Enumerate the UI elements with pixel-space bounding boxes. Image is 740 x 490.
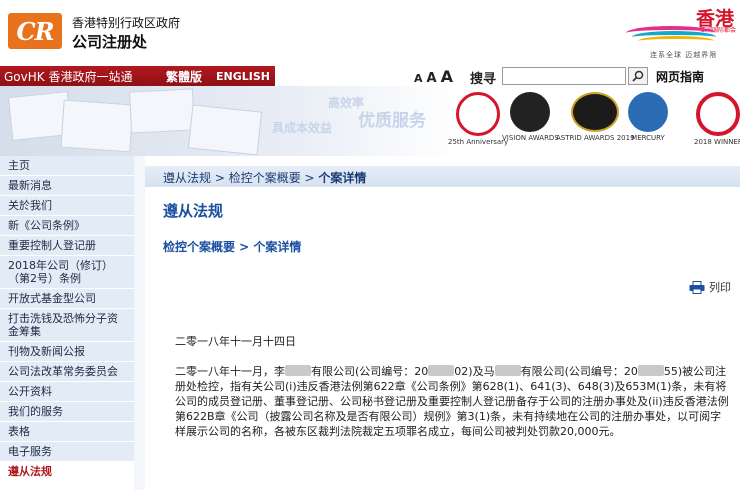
case-text: 02)及马	[454, 365, 495, 378]
logo-text: CR	[16, 16, 54, 46]
nav-item-about-us[interactable]: 关於我们	[0, 196, 134, 216]
search-input[interactable]	[502, 67, 626, 85]
breadcrumb: 遵从法规 > 检控个案概要 > 个案详情	[145, 166, 740, 187]
companies-registry-logo[interactable]: CR	[8, 13, 62, 49]
breadcrumb-separator: >	[300, 171, 319, 185]
site-header: CR 香港特别行政区政府 公司注册处 香港 亚洲国际都会 连系全球 迈越界限	[0, 0, 740, 66]
banner-slogan-quality: 优质服务	[358, 111, 426, 131]
english-link[interactable]: ENGLISH	[210, 70, 270, 83]
nav-item-news[interactable]: 最新消息	[0, 176, 134, 196]
award-label: ASTRID AWARDS 2019	[556, 134, 635, 142]
case-text: 有限公司(公司编号：20	[311, 365, 429, 378]
search-icon	[632, 70, 644, 82]
nav-item-our-services[interactable]: 我们的服务	[0, 402, 134, 422]
search-button[interactable]	[628, 67, 648, 85]
government-name: 香港特别行政区政府	[72, 16, 181, 30]
case-text: 20	[623, 365, 638, 378]
brand-swoosh-yellow	[638, 36, 714, 46]
brand-hong-kong-logo[interactable]: 香港 亚洲国际都会 连系全球 迈越界限	[624, 0, 740, 64]
left-navigation: 主页 最新消息 关於我们 新《公司条例》 重要控制人登记册 2018年公司（修订…	[0, 156, 145, 490]
page-title: 遵从法规	[163, 202, 224, 220]
print-button[interactable]: 列印	[689, 279, 731, 295]
breadcrumb-prosecution-summary[interactable]: 检控个案概要	[229, 171, 301, 185]
nav-item-new-companies-ordinance[interactable]: 新《公司条例》	[0, 216, 134, 236]
redacted-name	[494, 365, 521, 376]
font-size-large-button[interactable]: A	[441, 67, 453, 86]
nav-item-publications[interactable]: 刊物及新闻公报	[0, 342, 134, 362]
award-label: VISION AWARDS	[502, 134, 559, 142]
nav-item-anti-money-laundering[interactable]: 打击洗钱及恐怖分子资金筹集	[0, 309, 134, 342]
award-label: 25th Anniversary	[448, 138, 509, 146]
redacted-number	[637, 365, 664, 376]
font-size-controls: A A A	[414, 67, 453, 86]
award-mercury: MERCURY	[628, 92, 668, 152]
traditional-chinese-link[interactable]: 繁體版	[160, 68, 210, 85]
redacted-number	[428, 365, 455, 376]
page-subtitle: 检控个案概要 > 个案详情	[163, 240, 302, 254]
case-date: 二零一八年十一月十四日	[175, 335, 296, 348]
case-description: 二零一八年十一月，李 有限公司(公司编号：20 02)及马 有限公司(公司编号：20 5…	[175, 364, 731, 439]
award-25th-anniversary: 25th Anniversary	[448, 92, 508, 152]
redacted-name	[285, 365, 311, 376]
govhk-link[interactable]: GovHK 香港政府一站通	[0, 68, 160, 85]
case-text: 二零一八年十一月，李	[175, 365, 285, 378]
case-text: 有限公司(公司编号：	[520, 365, 624, 378]
banner-slogan-cost-effective: 具成本效益	[272, 121, 333, 135]
award-arc: 2018 WINNER	[694, 92, 740, 152]
gov-toolbar: GovHK 香港政府一站通 繁體版 ENGLISH A A A 搜寻 网页指南	[0, 66, 740, 87]
nav-item-significant-controllers[interactable]: 重要控制人登记册	[0, 236, 134, 256]
nav-item-forms[interactable]: 表格	[0, 422, 134, 442]
banner-document-image	[187, 104, 263, 156]
breadcrumb-case-details: 个案详情	[318, 171, 367, 185]
font-size-medium-button[interactable]: A	[427, 71, 437, 86]
search-label: 搜寻	[470, 72, 497, 87]
arc-badge-icon	[696, 92, 740, 136]
breadcrumb-separator: >	[211, 171, 229, 185]
department-name: 公司注册处	[72, 33, 148, 51]
anniversary-badge-icon	[456, 92, 501, 136]
banner-document-image	[128, 88, 196, 134]
nav-item-companies-amendment-2018[interactable]: 2018年公司（修订）（第2号）条例	[0, 256, 134, 289]
laurel-badge-icon	[510, 92, 551, 132]
award-vision: VISION AWARDS	[502, 92, 559, 152]
award-label: MERCURY	[631, 134, 665, 142]
nav-item-home[interactable]: 主页	[0, 156, 134, 176]
print-label: 列印	[709, 281, 731, 294]
breadcrumb-compliance[interactable]: 遵从法规	[163, 171, 211, 185]
gov-nav-strip: GovHK 香港政府一站通 繁體版 ENGLISH	[0, 66, 275, 86]
award-label: 2018 WINNER	[694, 138, 740, 146]
nav-item-open-ended-fund-companies[interactable]: 开放式基金型公司	[0, 289, 134, 309]
printer-icon	[689, 280, 705, 294]
brand-slogan: 连系全球 迈越界限	[650, 51, 718, 59]
nav-item-compliance[interactable]: 遵从法规	[0, 462, 134, 482]
award-astrid: ASTRID AWARDS 2019	[556, 92, 635, 152]
nav-item-public-information[interactable]: 公开资料	[0, 382, 134, 402]
astrid-badge-icon	[571, 92, 620, 132]
banner-document-image	[60, 99, 134, 153]
mercury-badge-icon	[628, 92, 668, 132]
nav-item-e-services[interactable]: 电子服务	[0, 442, 134, 462]
font-size-small-button[interactable]: A	[414, 72, 423, 85]
nav-item-law-reform-committee[interactable]: 公司法改革常务委员会	[0, 362, 134, 382]
site-guide-link[interactable]: 网页指南	[656, 68, 704, 85]
banner: 高效率 具成本效益 优质服务 25th Anniversary VISION A…	[0, 86, 740, 156]
